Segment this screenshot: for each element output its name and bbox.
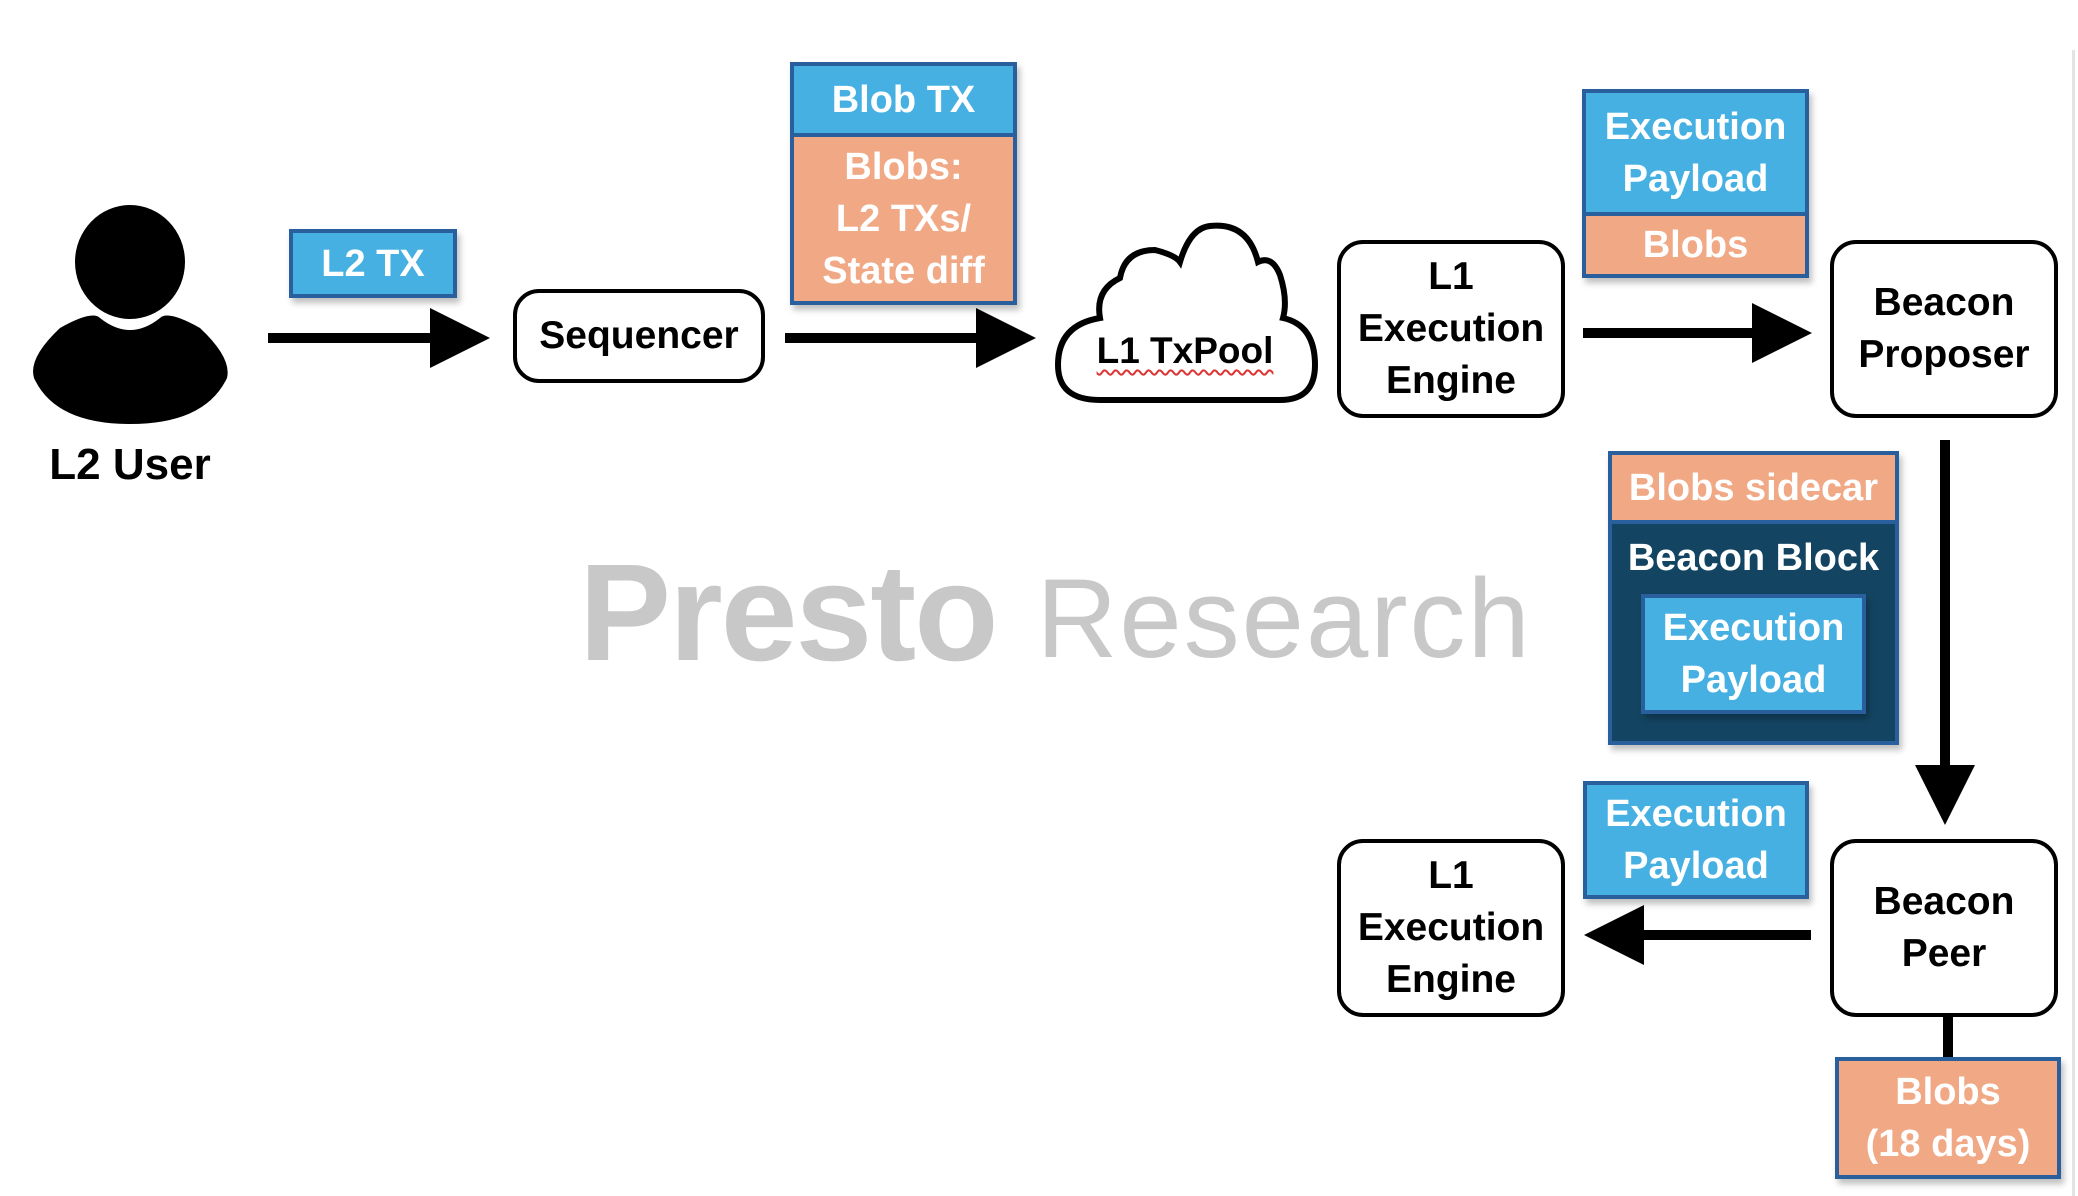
person-icon [33,205,228,424]
l1-txpool-text: L1 TxPool [1096,330,1274,371]
beacon-block-stack: Blobs sidecar Beacon Block Execution Pay… [1608,451,1899,745]
blobs-part: Blobs [1586,212,1805,274]
l1-txpool-node[interactable]: L1 TxPool [1060,330,1310,372]
sequencer-label: Sequencer [539,314,739,357]
l1-execution-engine-bottom[interactable]: L1 Execution Engine [1337,839,1565,1017]
beacon-proposer-node[interactable]: Beacon Proposer [1830,240,2058,418]
blob-tx-stack: Blob TX Blobs: L2 TXs/ State diff [790,62,1017,305]
execution-payload-part: Execution Payload [1586,93,1805,212]
l2-tx-label: L2 TX [321,242,425,285]
execution-payload-line: Payload [1622,157,1769,200]
blob-tx-header-label: Blob TX [831,78,976,121]
cloud-shape [1054,222,1319,403]
blobs-storage-line: (18 days) [1865,1123,2031,1165]
inner-execution-payload: Execution Payload [1641,594,1866,714]
beacon-peer-line: Peer [1901,932,1987,975]
blobs-label: Blobs [1642,224,1749,266]
inner-payload-line: Payload [1680,659,1827,701]
blobs-storage-tag: Blobs (18 days) [1835,1057,2061,1179]
payload-bottom-line: Payload [1623,845,1769,887]
blob-tx-body-line: Blobs: [844,146,963,188]
l1-txpool-label: L1 TxPool [1097,330,1274,371]
blob-tx-body-line: State diff [822,250,985,292]
engine-bottom-line: Engine [1385,958,1516,1001]
engine-bottom-line: L1 [1428,854,1474,897]
beacon-peer-node[interactable]: Beacon Peer [1830,839,2058,1017]
execution-payload-line: Execution [1604,105,1787,148]
beacon-proposer-line: Proposer [1858,333,2030,376]
blob-tx-header: Blob TX [794,66,1013,133]
beacon-proposer-line: Beacon [1873,281,2015,324]
beacon-block-part: Beacon Block Execution Payload [1612,520,1895,741]
l1-execution-engine-top[interactable]: L1 Execution Engine [1337,240,1565,418]
engine-bottom-line: Execution [1357,906,1545,949]
engine-top-line: L1 [1428,255,1474,298]
execution-payload-bottom-tag: Execution Payload [1583,781,1809,899]
payload-bottom-line: Execution [1605,793,1787,835]
blobs-sidecar-part: Blobs sidecar [1612,455,1895,520]
blobs-storage-line: Blobs [1895,1071,2001,1113]
sequencer-node[interactable]: Sequencer [513,289,765,383]
inner-payload-line: Execution [1662,607,1845,649]
engine-top-line: Engine [1385,359,1516,402]
l2-tx-tag: L2 TX [289,229,457,298]
blob-tx-body: Blobs: L2 TXs/ State diff [794,133,1013,301]
engine-top-line: Execution [1357,307,1545,350]
execution-payload-blobs-stack: Execution Payload Blobs [1582,89,1809,278]
beacon-block-label: Beacon Block [1627,537,1880,579]
blob-tx-body-line: L2 TXs/ [835,198,972,240]
blobs-sidecar-label: Blobs sidecar [1628,466,1879,509]
l2-user-label: L2 User [49,440,211,489]
beacon-peer-line: Beacon [1873,880,2015,923]
